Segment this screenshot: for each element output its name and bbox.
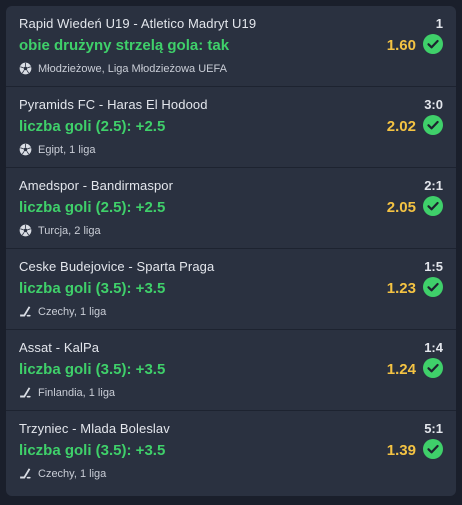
bet-pick: liczba goli (2.5): +2.5 xyxy=(19,118,166,135)
check-circle-icon xyxy=(423,196,443,216)
bet-odds: 1.60 xyxy=(386,37,416,54)
match-name: Pyramids FC - Haras El Hodood xyxy=(19,97,208,112)
bet-odds: 1.23 xyxy=(386,280,416,297)
league-name: Czechy, 1 liga xyxy=(38,467,107,480)
league-name: Turcja, 2 liga xyxy=(38,224,101,237)
match-score: 1:5 xyxy=(424,259,443,274)
bet-odds: 1.24 xyxy=(386,361,416,378)
bet-list: Rapid Wiedeń U19 - Atletico Madryt U19 1… xyxy=(6,6,456,496)
hockey-icon xyxy=(20,468,31,479)
match-name: Trzyniec - Mlada Boleslav xyxy=(19,421,170,436)
bet-pick: liczba goli (2.5): +2.5 xyxy=(19,199,166,216)
league-info: Czechy, 1 liga xyxy=(19,467,106,480)
league-info: Młodzieżowe, Liga Młodzieżowa UEFA xyxy=(19,62,227,75)
hockey-icon xyxy=(20,306,31,317)
match-score: 1:4 xyxy=(424,340,443,355)
league-name: Finlandia, 1 liga xyxy=(38,386,116,399)
bet-card[interactable]: Rapid Wiedeń U19 - Atletico Madryt U19 1… xyxy=(6,6,456,87)
league-name: Czechy, 1 liga xyxy=(38,305,107,318)
bet-odds: 2.05 xyxy=(386,199,416,216)
check-circle-icon xyxy=(423,34,443,54)
match-score: 3:0 xyxy=(424,97,443,112)
bet-odds: 1.39 xyxy=(386,442,416,459)
league-info: Turcja, 2 liga xyxy=(19,224,101,237)
league-info: Egipt, 1 liga xyxy=(19,143,95,156)
bet-card[interactable]: Pyramids FC - Haras El Hodood 3:0 liczba… xyxy=(6,87,456,168)
bet-card[interactable]: Assat - KalPa 1:4 liczba goli (3.5): +3.… xyxy=(6,330,456,411)
bet-pick: liczba goli (3.5): +3.5 xyxy=(19,442,166,459)
football-icon xyxy=(19,143,32,156)
check-circle-icon xyxy=(423,358,443,378)
football-icon xyxy=(19,224,32,237)
match-name: Amedspor - Bandirmaspor xyxy=(19,178,174,193)
bet-pick: liczba goli (3.5): +3.5 xyxy=(19,361,166,378)
hockey-icon xyxy=(20,387,31,398)
bet-pick: liczba goli (3.5): +3.5 xyxy=(19,280,166,297)
match-name: Assat - KalPa xyxy=(19,340,100,355)
bet-card[interactable]: Ceske Budejovice - Sparta Praga 1:5 licz… xyxy=(6,249,456,330)
bet-card[interactable]: Trzyniec - Mlada Boleslav 5:1 liczba gol… xyxy=(6,411,456,492)
bet-odds: 2.02 xyxy=(386,118,416,135)
match-score: 1 xyxy=(435,16,443,31)
check-circle-icon xyxy=(423,115,443,135)
bet-card[interactable]: Amedspor - Bandirmaspor 2:1 liczba goli … xyxy=(6,168,456,249)
match-score: 2:1 xyxy=(424,178,443,193)
football-icon xyxy=(19,62,32,75)
match-name: Rapid Wiedeń U19 - Atletico Madryt U19 xyxy=(19,16,257,31)
league-name: Młodzieżowe, Liga Młodzieżowa UEFA xyxy=(38,62,227,75)
match-name: Ceske Budejovice - Sparta Praga xyxy=(19,259,215,274)
bet-pick: obie drużyny strzelą gola: tak xyxy=(19,37,230,54)
match-score: 5:1 xyxy=(424,421,443,436)
league-info: Finlandia, 1 liga xyxy=(19,386,115,399)
check-circle-icon xyxy=(423,439,443,459)
check-circle-icon xyxy=(423,277,443,297)
league-name: Egipt, 1 liga xyxy=(38,143,96,156)
league-info: Czechy, 1 liga xyxy=(19,305,106,318)
